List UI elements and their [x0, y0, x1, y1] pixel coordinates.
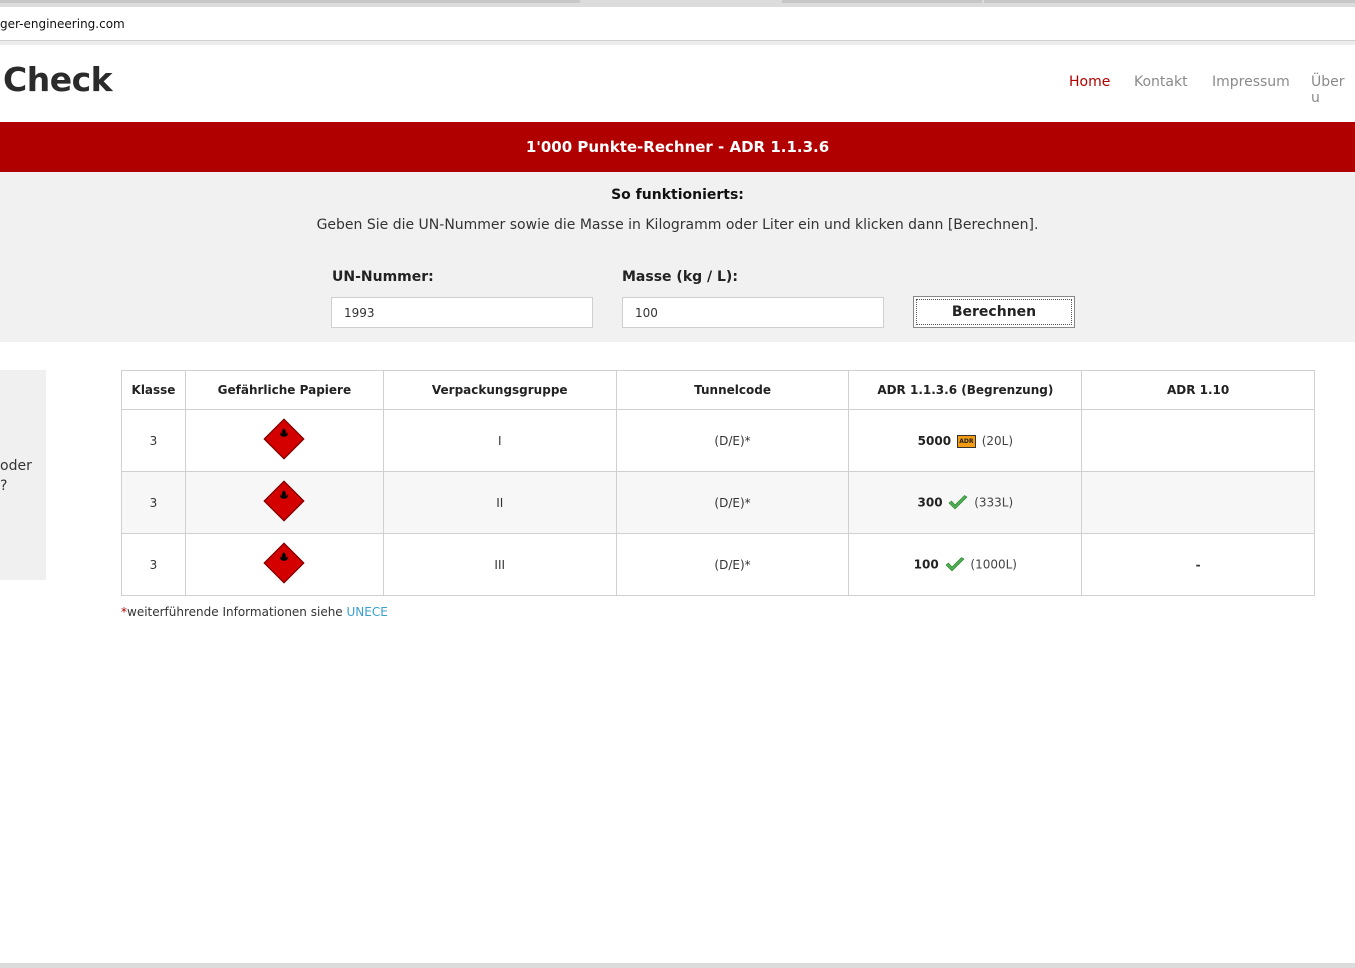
flammable-liquid-class3-diamond-icon: [263, 542, 306, 584]
flammable-liquid-class3-diamond-icon: [263, 418, 306, 460]
cell-papiere: [184, 471, 384, 534]
address-bar[interactable]: ger-engineering.com: [0, 7, 1355, 41]
nav-ueber-uns[interactable]: Über u: [1311, 74, 1355, 106]
cell-tunnelcode: (D/E)*: [615, 409, 850, 472]
cell-adr-limit: 5000 ADR (20L): [848, 409, 1083, 472]
side-info-box: oder ?: [0, 370, 46, 580]
side-info-text: ?: [0, 478, 8, 494]
cell-klasse: 3: [121, 533, 186, 596]
site-logo[interactable]: Check: [3, 60, 113, 99]
table-row: 3 II (D/E)* 300 (333L): [121, 471, 1315, 534]
nav-home[interactable]: Home: [1069, 74, 1110, 90]
toolbar-divider: [0, 41, 1355, 45]
nav-kontakt[interactable]: Kontakt: [1134, 74, 1188, 90]
footnote-text: weiterführende Informationen siehe: [127, 605, 347, 619]
table-header-row: Klasse Gefährliche Papiere Verpackungsgr…: [121, 370, 1315, 410]
column-header-adr-110: ADR 1.10: [1081, 370, 1315, 410]
window-bottom-edge: [0, 963, 1355, 968]
cell-klasse: 3: [121, 471, 186, 534]
cell-verpackungsgruppe: III: [382, 533, 617, 596]
browser-tab[interactable]: [0, 0, 580, 3]
un-number-input[interactable]: [331, 297, 593, 328]
calculate-button[interactable]: Berechnen: [913, 296, 1075, 328]
cell-klasse: 3: [121, 409, 186, 472]
page-title: 1'000 Punkte-Rechner - ADR 1.1.3.6: [525, 138, 830, 156]
cell-verpackungsgruppe: II: [382, 471, 617, 534]
cell-adr-110: -: [1081, 533, 1315, 596]
mass-input[interactable]: [622, 297, 884, 328]
green-check-icon: [945, 556, 965, 571]
cell-tunnelcode: (D/E)*: [615, 471, 850, 534]
cell-adr-110: [1081, 471, 1315, 534]
howto-heading: So funktionierts:: [611, 187, 744, 203]
green-check-icon: [948, 494, 968, 509]
column-header-tunnelcode: Tunnelcode: [615, 370, 850, 410]
focus-ring: [916, 299, 1072, 325]
cell-tunnelcode: (D/E)*: [615, 533, 850, 596]
cell-adr-110: [1081, 409, 1315, 472]
cell-papiere: [184, 533, 384, 596]
side-info-text: oder: [0, 458, 32, 474]
calculator-form-panel: So funktionierts: Geben Sie die UN-Numme…: [0, 172, 1355, 342]
flammable-liquid-class3-diamond-icon: [263, 480, 306, 522]
browser-tab-strip: [0, 0, 1355, 7]
column-header-klasse: Klasse: [121, 370, 186, 410]
adr-orange-plate-icon: ADR: [956, 434, 976, 448]
cell-adr-limit: 100 (1000L): [848, 533, 1083, 596]
limit-volume: (20L): [981, 433, 1014, 448]
cell-verpackungsgruppe: I: [382, 409, 617, 472]
column-header-verpackungsgruppe: Verpackungsgruppe: [382, 370, 617, 410]
limit-points: 300: [917, 495, 943, 509]
mass-label: Masse (kg / L):: [622, 269, 738, 285]
browser-tab[interactable]: [782, 0, 982, 3]
howto-instructions: Geben Sie die UN-Nummer sowie die Masse …: [316, 217, 1039, 233]
nav-impressum[interactable]: Impressum: [1212, 74, 1290, 90]
footnote: *weiterführende Informationen siehe UNEC…: [121, 605, 388, 619]
un-number-label: UN-Nummer:: [332, 269, 434, 285]
unece-link[interactable]: UNECE: [347, 605, 388, 619]
table-row: 3 III (D/E)* 100 (1000L) -: [121, 533, 1315, 596]
cell-papiere: [184, 409, 384, 472]
limit-points: 5000: [917, 433, 952, 448]
column-header-papiere: Gefährliche Papiere: [184, 370, 384, 410]
table-row: 3 I (D/E)* 5000 ADR (20L): [121, 409, 1315, 472]
limit-volume: (1000L): [970, 557, 1017, 571]
results-table: Klasse Gefährliche Papiere Verpackungsgr…: [121, 370, 1315, 596]
limit-points: 100: [913, 557, 939, 571]
page-banner: 1'000 Punkte-Rechner - ADR 1.1.3.6: [0, 122, 1355, 172]
cell-adr-limit: 300 (333L): [848, 471, 1083, 534]
address-bar-url[interactable]: ger-engineering.com: [0, 17, 125, 31]
browser-tab[interactable]: [984, 0, 1355, 3]
column-header-adr-1136: ADR 1.1.3.6 (Begrenzung): [848, 370, 1083, 410]
limit-volume: (333L): [974, 495, 1014, 509]
